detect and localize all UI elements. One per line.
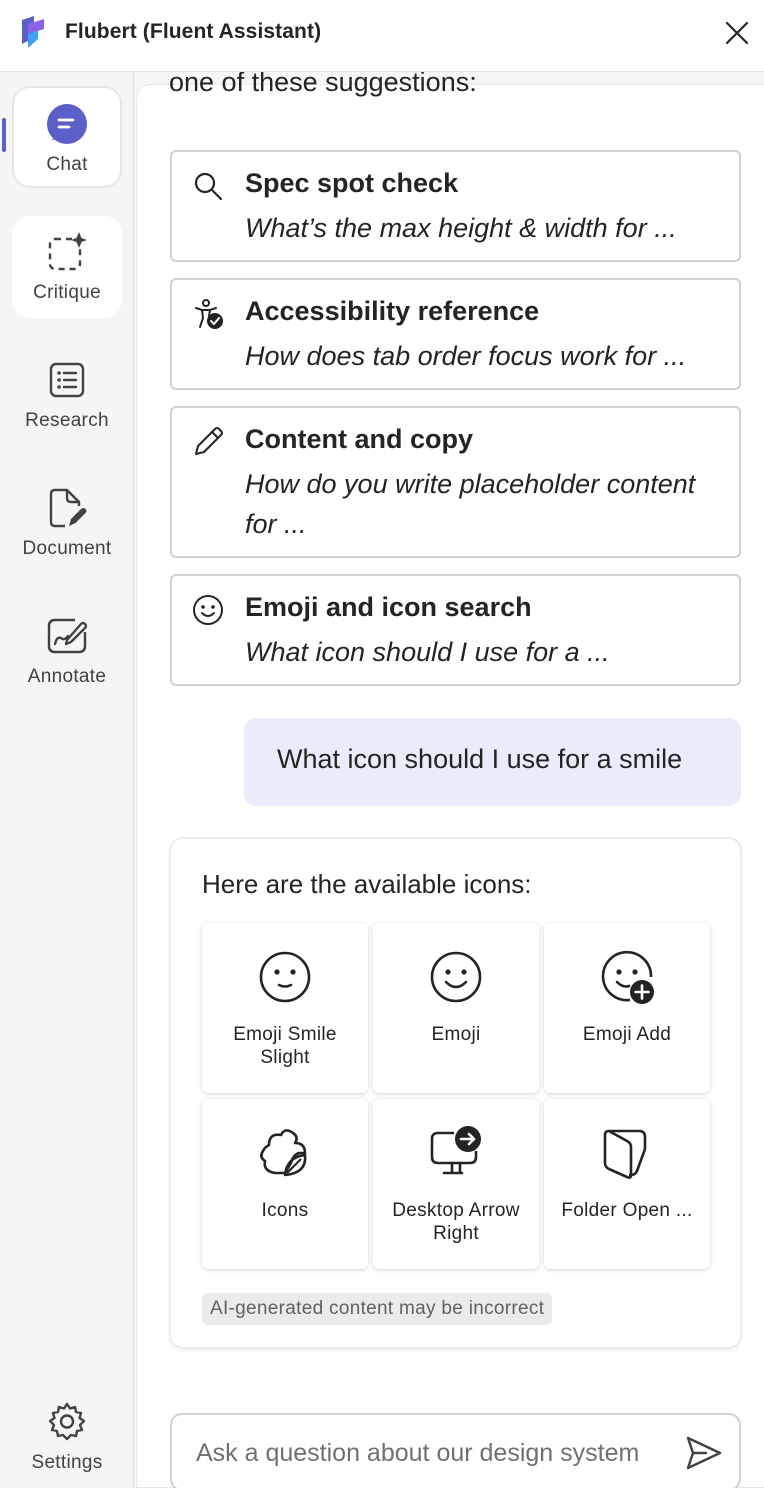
sidebar-item-chat[interactable]: Chat (12, 86, 122, 188)
suggestion-subtitle: How does tab order focus work for ... (245, 341, 687, 371)
icon-result-label: Emoji Add (582, 1024, 672, 1045)
ai-disclaimer-badge: AI-generated content may be incorrect (202, 1293, 553, 1325)
active-indicator (2, 118, 6, 152)
chat-intro-text: one of these suggestions: (169, 72, 477, 97)
suggestion-content-and-copy[interactable]: Content and copy How do you write placeh… (170, 406, 741, 558)
sidebar-item-label: Settings (31, 1452, 103, 1473)
search-icon (194, 172, 223, 201)
icon-result-label: Folder Open ... (561, 1200, 693, 1221)
sidebar-item-label: Chat (46, 154, 88, 175)
suggestion-subtitle: What icon should I use for a ... (245, 637, 610, 667)
suggestion-title: Content and copy (245, 424, 473, 454)
flubert-logo-icon (22, 16, 44, 48)
pencil-icon (195, 427, 223, 455)
message-composer (170, 1413, 741, 1488)
suggestion-title: Accessibility reference (245, 296, 540, 326)
icon-result-icons[interactable]: Icons (202, 1099, 368, 1269)
emoji-icon (193, 595, 223, 625)
sidebar-item-label: Document (22, 538, 112, 559)
user-message-text: What icon should I use for a smile (277, 744, 683, 774)
icon-result-label: Emoji (431, 1024, 481, 1045)
suggestion-title: Spec spot check (245, 168, 459, 198)
list-document-icon (49, 362, 85, 398)
chat-panel: one of these suggestions: Spec spot chec… (134, 72, 764, 1488)
sidebar-item-label: Annotate (27, 666, 107, 687)
suggestion-spec-spot-check[interactable]: Spec spot check What’s the max height & … (170, 150, 741, 262)
answer-intro-text: Here are the available icons: (202, 869, 532, 899)
emoji-add-icon (601, 950, 654, 1004)
icon-result-label: Icons (261, 1200, 309, 1221)
suggestion-subtitle: What’s the max height & width for ... (245, 213, 677, 243)
annotate-pen-icon (47, 618, 88, 654)
folder-open-icon (603, 1129, 647, 1179)
icon-result-emoji-smile-slight[interactable]: Emoji Smile Slight (202, 923, 368, 1093)
emoji-icon (430, 951, 482, 1003)
suggestion-title: Emoji and icon search (245, 592, 532, 622)
app-title: Flubert (Fluent Assistant) (65, 20, 322, 43)
assistant-answer-card: Here are the available icons: Emoji Smil… (169, 837, 742, 1349)
icon-result-label: Emoji Smile Slight (233, 1024, 337, 1068)
sidebar-item-label: Research (25, 410, 109, 431)
accessibility-check-icon (195, 299, 223, 329)
sidebar-item-critique[interactable]: Critique (12, 216, 122, 318)
sidebar-item-settings[interactable]: Settings (12, 1386, 122, 1488)
suggestion-emoji-and-icon-search[interactable]: Emoji and icon search What icon should I… (170, 574, 741, 686)
emoji-smile-slight-icon (259, 951, 311, 1003)
icon-result-desktop-arrow-right[interactable]: Desktop Arrow Right (373, 1099, 539, 1269)
title-bar: Flubert (Fluent Assistant) (0, 0, 764, 72)
chat-bubble-icon (47, 104, 87, 144)
icons-icon (260, 1129, 307, 1177)
gear-icon (48, 1402, 86, 1441)
icon-result-emoji[interactable]: Emoji (373, 923, 539, 1093)
chat-input[interactable] (196, 1435, 666, 1471)
sidebar-item-annotate[interactable]: Annotate (12, 600, 122, 702)
sidebar-item-document[interactable]: Document (12, 472, 122, 574)
sidebar-nav: Chat Critique Research Document Annotate… (0, 72, 134, 1488)
icon-result-label: Desktop Arrow Right (392, 1200, 520, 1244)
close-icon[interactable] (720, 16, 754, 50)
icon-result-emoji-add[interactable]: Emoji Add (544, 923, 710, 1093)
suggestion-accessibility-reference[interactable]: Accessibility reference How does tab ord… (170, 278, 741, 390)
sidebar-item-research[interactable]: Research (12, 344, 122, 446)
chat-surface: one of these suggestions: Spec spot chec… (136, 72, 764, 1488)
user-message-bubble: What icon should I use for a smile (244, 718, 741, 806)
sparkle-selection-icon (48, 232, 87, 271)
desktop-arrow-right-icon (430, 1126, 481, 1175)
icon-result-folder-open[interactable]: Folder Open ... (544, 1099, 710, 1269)
sidebar-item-label: Critique (33, 282, 101, 303)
suggestion-subtitle: How do you write placeholder content for… (245, 469, 696, 539)
document-edit-icon (49, 488, 87, 528)
send-icon[interactable] (684, 1433, 724, 1473)
